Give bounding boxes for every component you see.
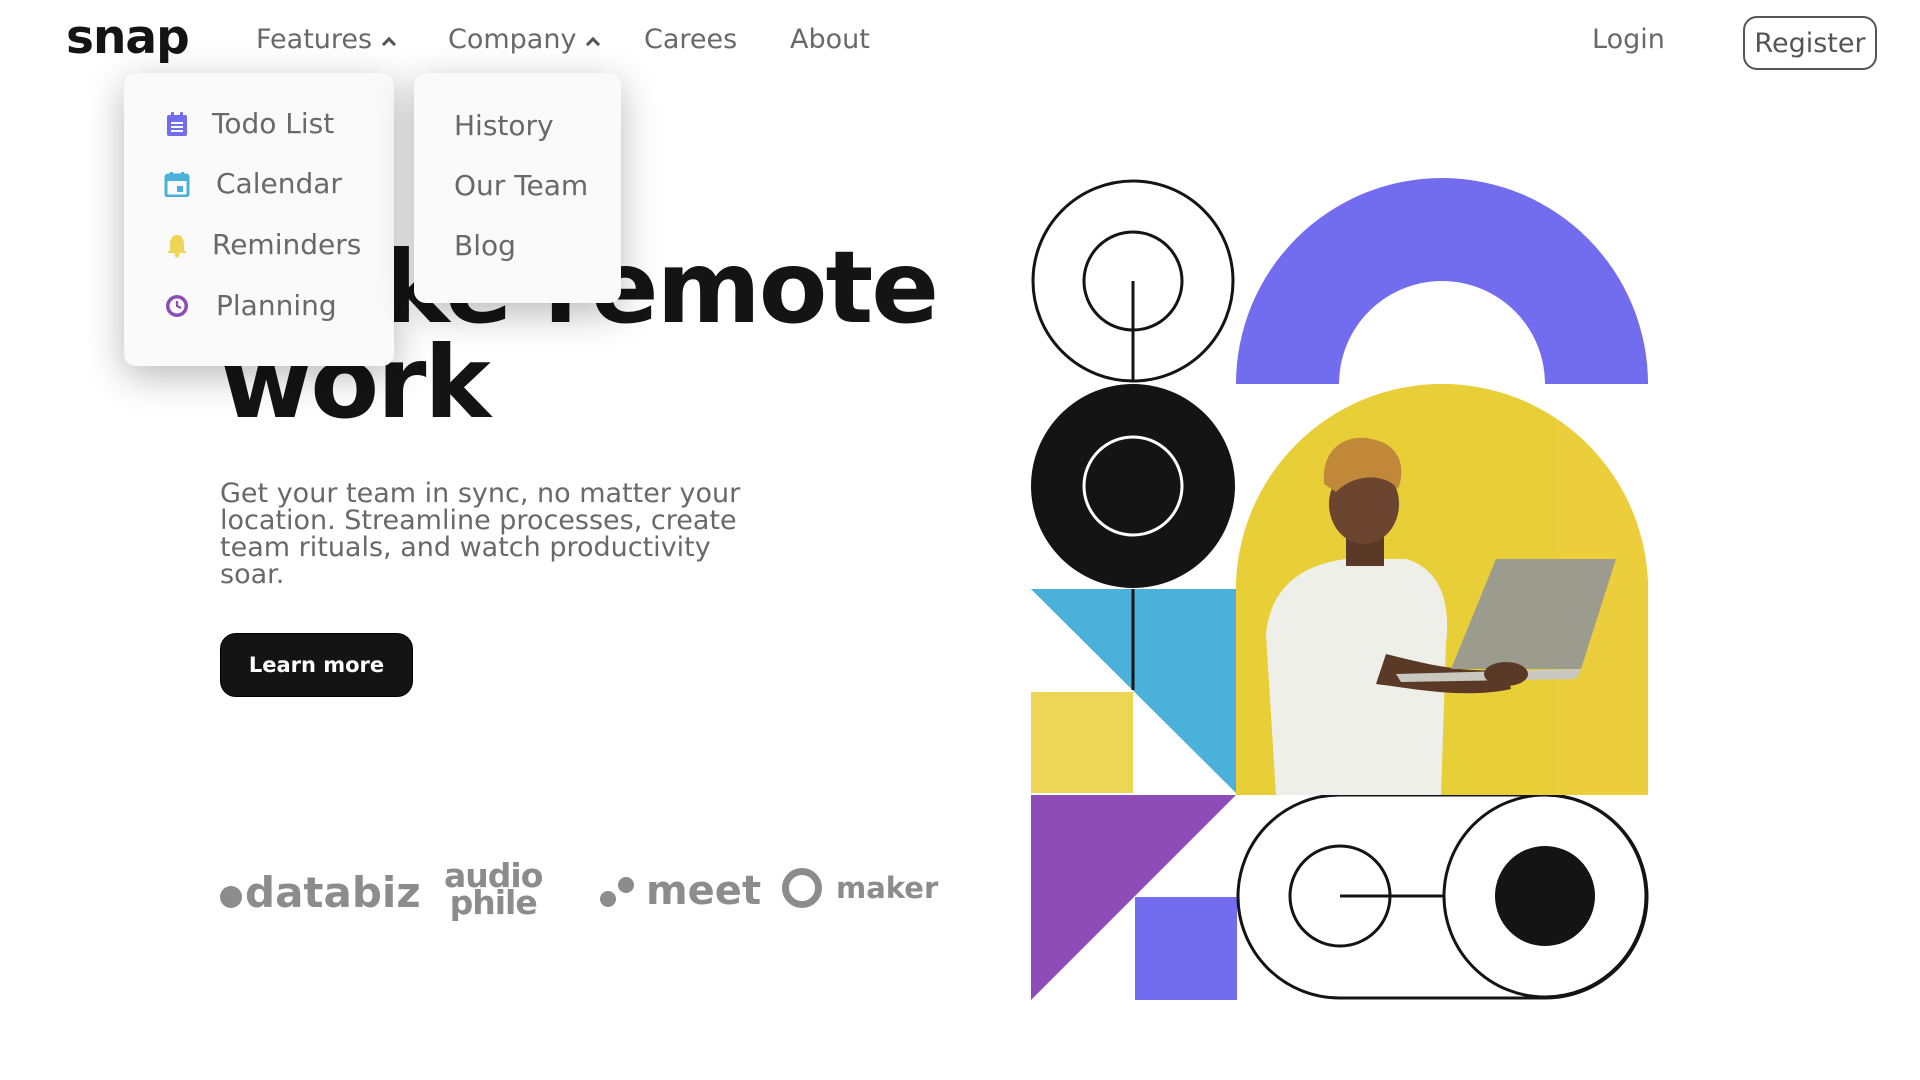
menu-item-planning[interactable]: Planning	[164, 289, 337, 322]
menu-item-calendar[interactable]: Calendar	[164, 167, 342, 200]
bell-icon	[167, 234, 187, 257]
hero-photo	[1236, 384, 1648, 795]
client-logo-databiz: databiz	[220, 868, 421, 917]
menu-item-label: Reminders	[212, 228, 362, 261]
person-laptop-image	[1236, 384, 1648, 795]
menu-item-history[interactable]: History	[454, 109, 554, 142]
menu-item-label: Todo List	[212, 107, 335, 140]
nav-features[interactable]: Features	[256, 24, 397, 55]
todo-icon	[167, 111, 187, 136]
pill-shape	[1236, 793, 1649, 1000]
chevron-up-icon	[586, 36, 601, 51]
clock-icon	[166, 294, 188, 317]
hero-subtitle: Get your team in sync, no matter your lo…	[220, 478, 741, 590]
learn-more-button[interactable]: Learn more	[220, 633, 413, 697]
menu-item-label: Calendar	[216, 167, 342, 200]
client-logo-maker: maker	[782, 868, 938, 908]
logo[interactable]: snap	[66, 10, 190, 65]
menu-item-reminders[interactable]: Reminders	[164, 228, 361, 261]
register-button[interactable]: Register	[1743, 16, 1877, 70]
chevron-up-icon	[382, 36, 397, 51]
ring-shape	[1031, 179, 1235, 383]
purple-square-shape	[1135, 897, 1237, 1000]
yellow-square-shape	[1031, 692, 1133, 793]
login-link[interactable]: Login	[1592, 24, 1665, 55]
menu-item-our-team[interactable]: Our Team	[454, 169, 588, 202]
meet-dots-icon	[600, 871, 636, 911]
company-dropdown: History Our Team Blog	[414, 73, 621, 303]
menu-item-todo-list[interactable]: Todo List	[164, 107, 334, 140]
menu-item-label: Planning	[216, 289, 337, 322]
black-circle-shape	[1031, 384, 1235, 588]
client-logo-audiophile: audio phile	[444, 859, 543, 922]
nav-features-label: Features	[256, 24, 373, 55]
nav-company[interactable]: Company	[448, 24, 601, 55]
calendar-icon	[164, 171, 190, 197]
purple-arch-shape	[1236, 178, 1648, 384]
features-dropdown: Todo List Calendar Reminders Planning	[124, 73, 394, 366]
nav-company-label: Company	[448, 24, 577, 55]
menu-item-blog[interactable]: Blog	[454, 229, 516, 262]
maker-circle-icon	[782, 868, 822, 908]
client-audiophile-bottom: phile	[449, 883, 538, 922]
client-meet-label: meet	[646, 868, 762, 914]
client-databiz-label: databiz	[245, 868, 421, 917]
databiz-dot-icon	[220, 885, 242, 908]
nav-careers[interactable]: Carees	[644, 24, 737, 55]
nav-about[interactable]: About	[790, 24, 870, 55]
client-logo-meet: meet	[600, 868, 761, 914]
client-maker-label: maker	[836, 871, 939, 905]
